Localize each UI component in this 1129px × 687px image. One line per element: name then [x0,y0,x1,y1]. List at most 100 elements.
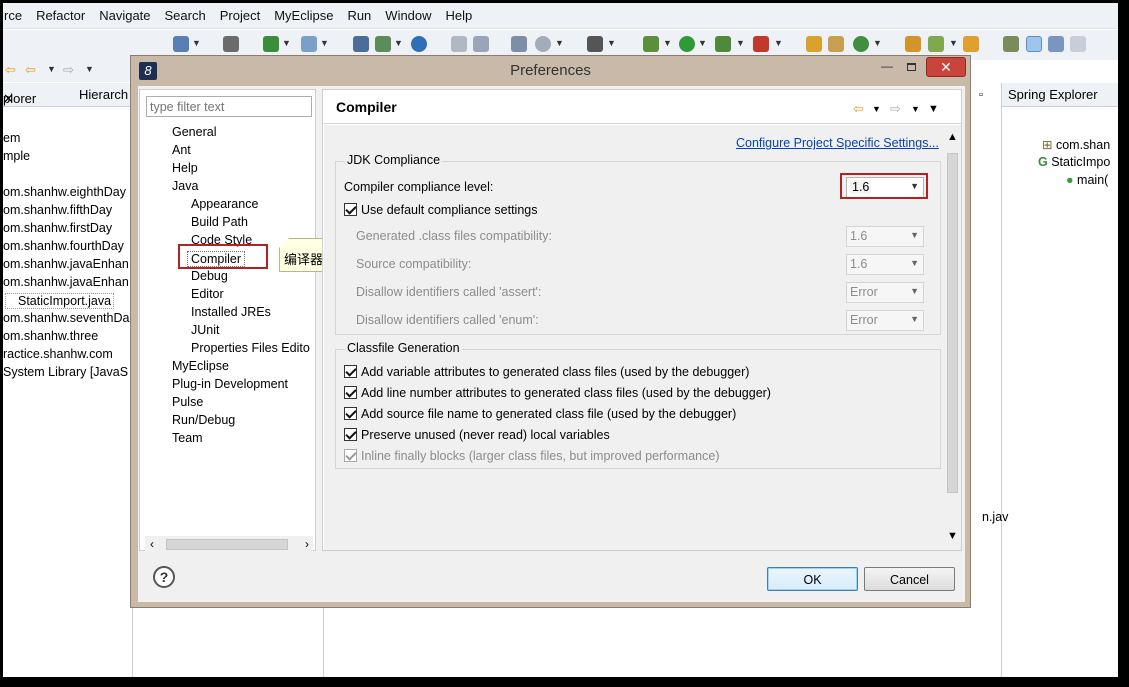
tree-item[interactable]: om.shanhw.seventhDa [3,311,129,325]
new-package-icon[interactable] [806,36,822,52]
dropdown-arrow-icon[interactable]: ▼ [873,38,882,48]
globe-icon[interactable] [411,36,427,52]
tree-item[interactable]: ● main( [1066,173,1108,187]
highlight-icon[interactable] [1026,36,1042,52]
back-arrow-icon[interactable]: ⇦ [5,62,16,78]
external-tools-icon[interactable] [753,36,769,52]
tab-spring-explorer[interactable]: Spring Explorer [1008,87,1098,102]
report-icon[interactable] [301,36,317,52]
tree-item[interactable]: em [3,131,20,145]
forward-arrow-icon[interactable]: ⇨ [890,101,901,117]
menu-navigate[interactable]: Navigate [99,8,150,23]
tree-item[interactable]: ractice.shanhw.com [3,347,113,361]
new-wizard-icon[interactable] [173,36,189,52]
tree-item[interactable]: om.shanhw.javaEnhan [3,275,129,289]
use-default-compliance-checkbox[interactable]: Use default compliance settings [344,203,537,217]
tree-node-properties-files-editor[interactable]: Properties Files Edito [191,341,310,355]
view-menu-icon[interactable]: ▼ [928,103,939,115]
dropdown-arrow-icon[interactable]: ▼ [872,104,881,114]
scroll-left-icon[interactable]: ‹ [150,537,154,551]
close-button[interactable]: ✕ [926,57,966,77]
debug-icon[interactable] [643,36,659,52]
close-icon[interactable]: ✕ [3,91,14,107]
menu-window[interactable]: Window [385,8,431,23]
dropdown-arrow-icon[interactable]: ▼ [282,38,291,48]
tree-item[interactable]: System Library [JavaS [3,365,128,379]
enum-select[interactable]: Error ▼ [846,310,924,331]
dropdown-arrow-icon[interactable]: ▼ [949,38,958,48]
inline-finally-checkbox[interactable]: Inline finally blocks (larger class file… [344,449,719,463]
tree-item-selected[interactable]: StaticImport.java [5,293,115,309]
web-service-icon[interactable] [263,36,279,52]
server-icon[interactable] [223,36,239,52]
tree-node-pulse[interactable]: Pulse [172,395,203,409]
tree-node-general[interactable]: General [172,125,216,139]
scroll-right-icon[interactable]: › [305,537,309,551]
tree-node-editor[interactable]: Editor [191,287,224,301]
line-number-attributes-checkbox[interactable]: Add line number attributes to generated … [344,386,771,400]
variable-attributes-checkbox[interactable]: Add variable attributes to generated cla… [344,365,749,379]
tree-node-junit[interactable]: JUnit [191,323,219,337]
tab-hierarchy[interactable]: Hierarch [79,87,129,102]
tree-node-myeclipse[interactable]: MyEclipse [172,359,229,373]
tree-node-appearance[interactable]: Appearance [191,197,258,211]
scroll-down-icon[interactable]: ▼ [947,530,958,542]
dialog-titlebar[interactable]: 8 Preferences — ✕ [131,56,970,86]
dropdown-arrow-icon[interactable]: ▼ [698,38,707,48]
dropdown-arrow-icon[interactable]: ▼ [192,38,201,48]
dropdown-arrow-icon[interactable]: ▼ [47,64,56,74]
source-file-name-checkbox[interactable]: Add source file name to generated class … [344,407,736,421]
tree-node-java[interactable]: Java [172,179,198,193]
open-task-icon[interactable] [375,36,391,52]
back-arrow-icon[interactable]: ⇦ [853,101,864,117]
tree-item[interactable]: om.shanhw.three [3,329,98,343]
tree-node-ant[interactable]: Ant [172,143,191,157]
menu-search[interactable]: Search [165,8,206,23]
dropdown-arrow-icon[interactable]: ▼ [911,104,920,114]
gear-icon[interactable] [535,36,551,52]
editor-tab[interactable]: n.jav [982,510,1008,524]
open-type-icon[interactable] [353,36,369,52]
block-selection-icon[interactable] [1048,36,1064,52]
maximize-button[interactable] [899,59,923,77]
menu-source[interactable]: rce [4,8,22,23]
tree-node-run-debug[interactable]: Run/Debug [172,413,235,427]
tree-item[interactable]: om.shanhw.eighthDay [3,185,126,199]
menu-project[interactable]: Project [220,8,260,23]
scroll-up-icon[interactable]: ▲ [947,131,958,143]
menu-refactor[interactable]: Refactor [36,8,85,23]
forward-arrow-icon[interactable]: ⇨ [63,62,74,78]
restore-icon[interactable]: ▫ [979,89,983,101]
search-tool-icon[interactable] [928,36,944,52]
assert-select[interactable]: Error ▼ [846,282,924,303]
pin-icon[interactable] [1003,36,1019,52]
tree-item[interactable]: G StaticImpo [1038,155,1110,169]
dropdown-arrow-icon[interactable]: ▼ [663,38,672,48]
tree-item[interactable]: om.shanhw.firstDay [3,221,112,235]
scroll-thumb[interactable] [947,153,958,493]
preserve-unused-checkbox[interactable]: Preserve unused (never read) local varia… [344,428,610,442]
print-icon[interactable] [451,36,467,52]
minimize-button[interactable]: — [875,59,899,77]
dropdown-arrow-icon[interactable]: ▼ [394,38,403,48]
new-java-class-icon[interactable] [853,36,869,52]
cancel-button[interactable]: Cancel [864,567,955,591]
tree-item[interactable]: mple [3,149,30,163]
dropdown-arrow-icon[interactable]: ▼ [85,64,94,74]
tree-node-build-path[interactable]: Build Path [191,215,248,229]
help-button[interactable]: ? [153,566,175,588]
tree-node-debug[interactable]: Debug [191,269,228,283]
show-whitespace-icon[interactable] [1070,36,1086,52]
tree-node-installed-jres[interactable]: Installed JREs [191,305,271,319]
annotation-icon[interactable] [963,36,979,52]
menu-myeclipse[interactable]: MyEclipse [274,8,333,23]
tree-node-team[interactable]: Team [172,431,203,445]
configure-project-specific-link[interactable]: Configure Project Specific Settings... [736,136,939,150]
new-class-icon[interactable] [828,36,844,52]
open-folder-icon[interactable] [905,36,921,52]
ok-button[interactable]: OK [767,567,858,591]
deploy-icon[interactable] [511,36,527,52]
scroll-thumb[interactable] [166,539,288,550]
run-config-icon[interactable] [715,36,731,52]
build-icon[interactable] [473,36,489,52]
